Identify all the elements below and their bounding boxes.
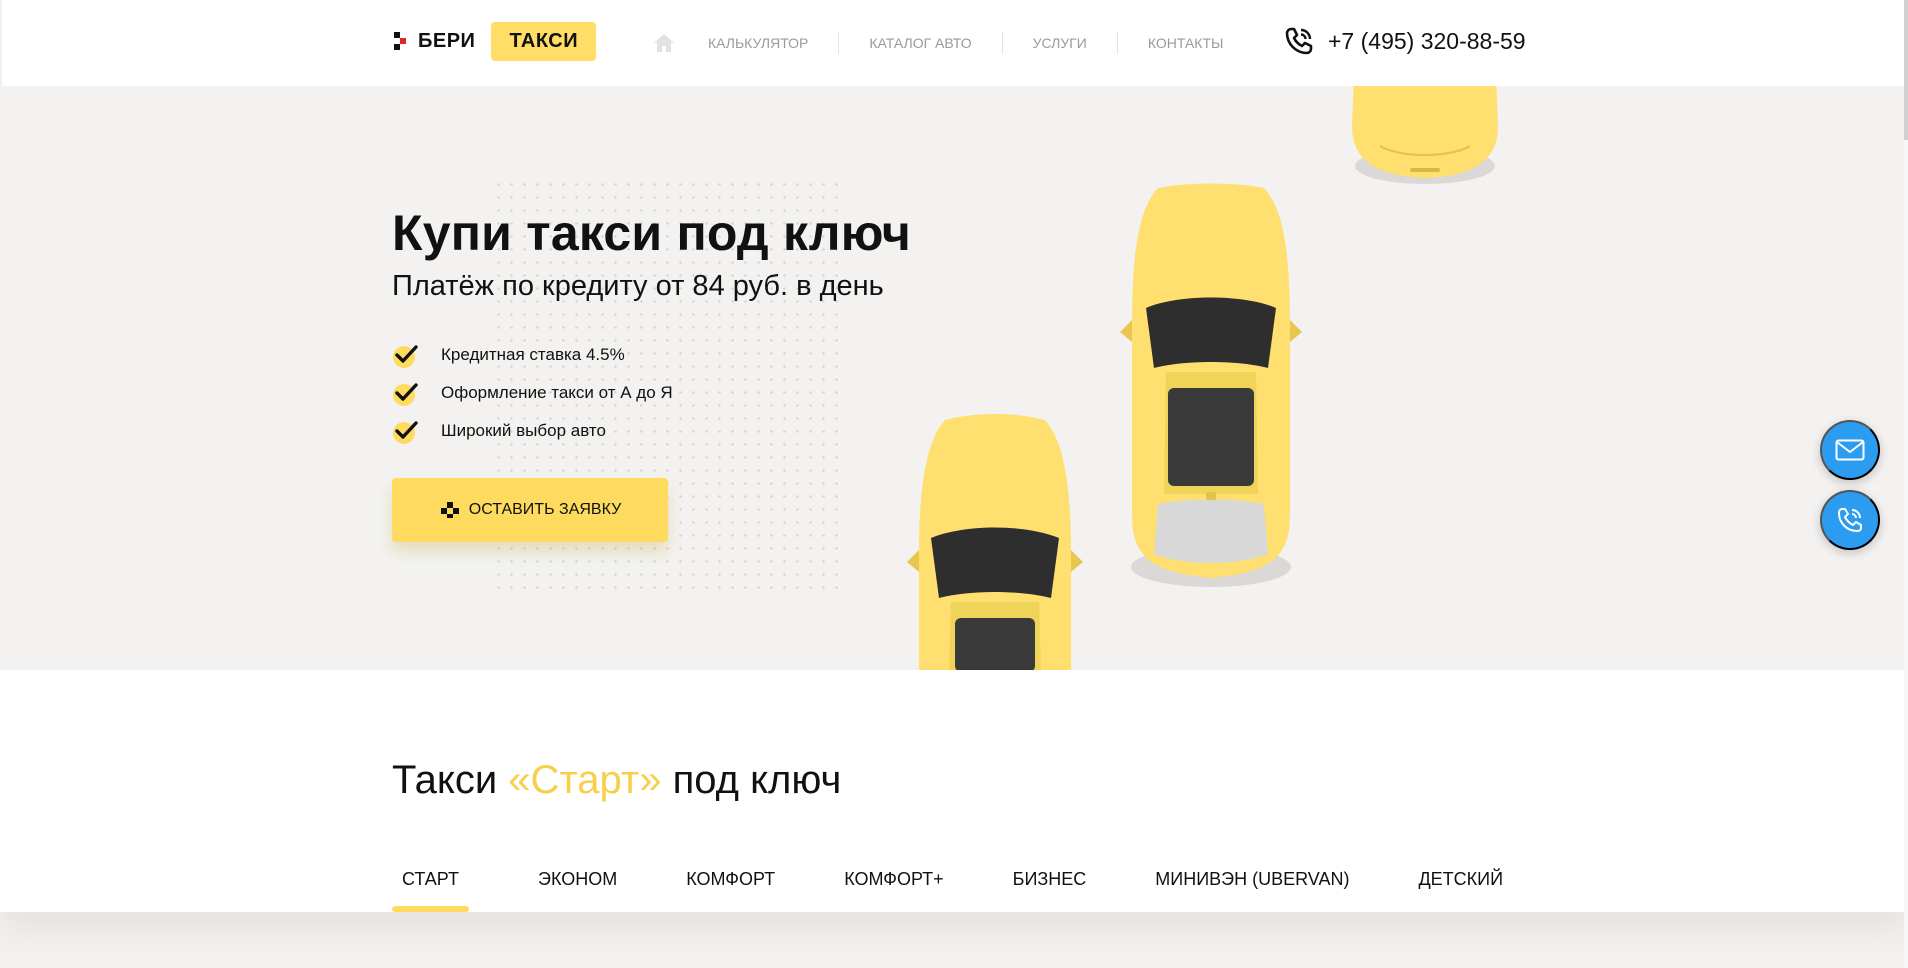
- feature-item: Широкий выбор авто: [392, 412, 673, 450]
- nav-calculator[interactable]: КАЛЬКУЛЯТОР: [708, 32, 838, 54]
- taxi-car-image: [907, 414, 1083, 670]
- home-icon[interactable]: [652, 31, 676, 55]
- submit-request-button[interactable]: ОСТАВИТЬ ЗАЯВКУ: [392, 478, 668, 542]
- tab-minivan[interactable]: МИНИВЭН (UBERVAN): [1155, 866, 1349, 912]
- logo-text-beri: БЕРИ: [418, 29, 476, 52]
- feature-item: Кредитная ставка 4.5%: [392, 336, 673, 374]
- tariff-section: Такси «Старт» под ключ СТАРТ ЭКОНОМ КОМФ…: [0, 670, 1908, 912]
- main-nav: КАЛЬКУЛЯТОР КАТАЛОГ АВТО УСЛУГИ КОНТАКТЫ: [652, 30, 1253, 56]
- hero-title: Купи такси под ключ: [392, 205, 911, 261]
- section-title-start: Такси: [392, 758, 509, 802]
- logo[interactable]: БЕРИ ТАКСИ: [394, 21, 597, 61]
- phone-number: +7 (495) 320-88-59: [1328, 27, 1526, 54]
- nav-services[interactable]: УСЛУГИ: [1001, 32, 1117, 54]
- check-icon: [393, 382, 418, 406]
- section-title-end: под ключ: [661, 758, 842, 802]
- tariff-tabs: СТАРТ ЭКОНОМ КОМФОРТ КОМФОРТ+ БИЗНЕС МИН…: [392, 866, 1572, 912]
- submit-request-label: ОСТАВИТЬ ЗАЯВКУ: [468, 501, 622, 518]
- site-header: БЕРИ ТАКСИ КАЛЬКУЛЯТОР КАТАЛОГ АВТО УСЛУ…: [2, 0, 1904, 86]
- call-icon: [1837, 508, 1862, 533]
- mail-button[interactable]: [1820, 420, 1880, 480]
- hero-subtitle: Платёж по кредиту от 84 руб. в день: [392, 270, 884, 302]
- scrollbar-track[interactable]: [1904, 0, 1908, 968]
- tab-kids[interactable]: ДЕТСКИЙ: [1418, 866, 1503, 912]
- header-phone[interactable]: +7 (495) 320-88-59: [1284, 26, 1526, 56]
- feature-list: Кредитная ставка 4.5% Оформление такси о…: [392, 336, 673, 450]
- check-icon: [393, 420, 418, 444]
- section-title: Такси «Старт» под ключ: [392, 758, 841, 803]
- scrollbar-thumb[interactable]: [1904, 0, 1908, 140]
- logo-checker-icon: [394, 32, 406, 50]
- phone-icon: [1285, 27, 1313, 55]
- nav-catalog[interactable]: КАТАЛОГ АВТО: [838, 32, 1001, 54]
- feature-text: Оформление такси от А до Я: [441, 383, 673, 402]
- tab-comfort-plus[interactable]: КОМФОРТ+: [844, 866, 943, 912]
- taxi-car-image: [1352, 86, 1498, 184]
- mail-icon: [1835, 439, 1865, 461]
- hero-section: Купи такси под ключ Платёж по кредиту от…: [0, 86, 1908, 670]
- tab-econom[interactable]: ЭКОНОМ: [538, 866, 617, 912]
- call-button[interactable]: [1820, 490, 1880, 550]
- tab-start[interactable]: СТАРТ: [392, 866, 469, 912]
- section-title-accent: «Старт»: [508, 758, 662, 802]
- check-icon: [393, 344, 418, 368]
- tab-business[interactable]: БИЗНЕС: [1013, 866, 1087, 912]
- checker-icon: [440, 502, 459, 518]
- tab-comfort[interactable]: КОМФОРТ: [686, 866, 775, 912]
- nav-contacts[interactable]: КОНТАКТЫ: [1116, 32, 1254, 54]
- logo-text-taxi: ТАКСИ: [491, 21, 597, 61]
- taxi-car-image: [1120, 183, 1302, 587]
- page: БЕРИ ТАКСИ КАЛЬКУЛЯТОР КАТАЛОГ АВТО УСЛУ…: [0, 0, 1908, 968]
- feature-text: Широкий выбор авто: [441, 421, 606, 440]
- feature-item: Оформление такси от А до Я: [392, 374, 673, 412]
- feature-text: Кредитная ставка 4.5%: [441, 345, 625, 364]
